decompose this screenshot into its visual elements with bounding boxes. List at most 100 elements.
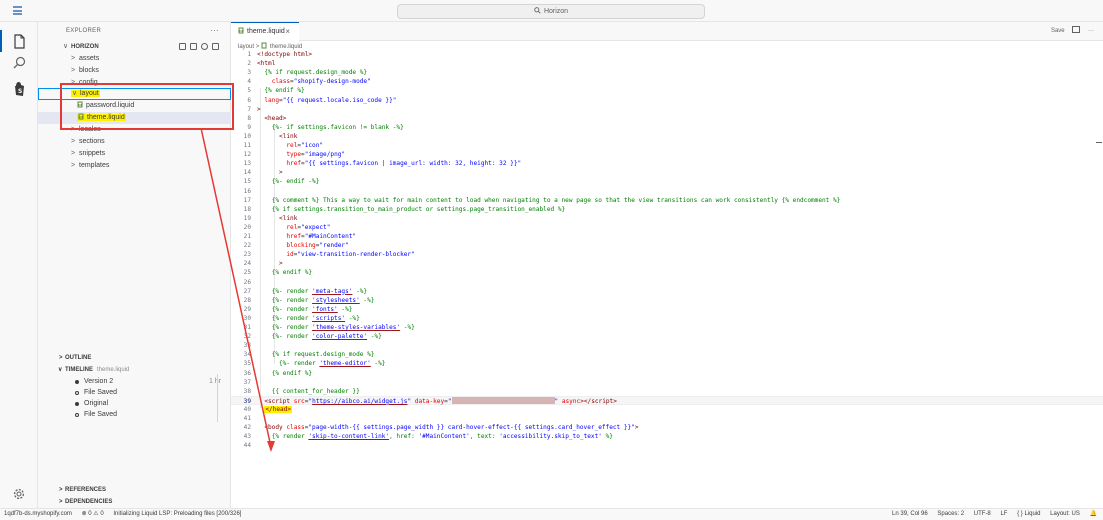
code-line: 26 xyxy=(243,278,251,286)
explorer-more-button[interactable]: ··· xyxy=(210,22,219,40)
timeline-dot-icon xyxy=(75,412,79,417)
code-line: 12 type="image/png" xyxy=(243,151,346,159)
close-tab-icon[interactable]: × xyxy=(285,23,290,41)
indentation[interactable]: Spaces: 2 xyxy=(937,511,964,517)
workspace-root-label: HORIZON xyxy=(71,44,99,50)
folder-blocks[interactable]: > blocks xyxy=(38,65,231,77)
dependencies-section[interactable]: > DEPENDENCIES xyxy=(38,496,231,508)
code-line: 11 rel="icon" xyxy=(243,142,324,149)
remote-indicator[interactable]: 1qdf7b-ds.myshopify.com xyxy=(4,511,72,517)
lsp-status: Initializing Liquid LSP: Preloading file… xyxy=(113,511,242,517)
code-line: 15 {%- endif -%} xyxy=(243,178,320,186)
timeline-dot-icon xyxy=(75,390,79,395)
problems-indicator[interactable]: ⊗ 0 ⚠ 0 xyxy=(82,511,104,517)
code-line: 25 {% endif %} xyxy=(243,269,313,277)
outline-section[interactable]: > OUTLINE xyxy=(38,352,231,364)
code-line: 4 class="shopify-design-mode" xyxy=(247,78,371,86)
shopify-icon[interactable]: S xyxy=(10,80,28,98)
code-line: 13 href="{{ settings.favicon | image_url… xyxy=(243,160,522,168)
redacted-key xyxy=(451,396,555,404)
activity-bar: S xyxy=(0,22,38,508)
split-editor-icon[interactable] xyxy=(1072,26,1081,33)
folder-snippets[interactable]: > snippets xyxy=(38,148,231,160)
explorer-header: EXPLORER ··· xyxy=(38,22,231,40)
code-line: 27 {%- render 'meta-tags' -%} xyxy=(243,287,368,295)
title-bar: Horizon xyxy=(0,0,1103,22)
timeline-section[interactable]: ∨ TIMELINE theme.liquid xyxy=(38,364,231,376)
layout-menu-icon[interactable] xyxy=(13,6,22,15)
save-button[interactable]: Save xyxy=(1051,28,1065,34)
line-ending[interactable]: LF xyxy=(1000,511,1007,517)
folder-templates[interactable]: > templates xyxy=(38,160,231,172)
code-line: 24 > xyxy=(243,260,283,268)
code-line: 43 {% render 'skip-to-content-link', hre… xyxy=(243,433,613,441)
new-folder-icon[interactable] xyxy=(190,43,197,51)
code-line: 3 {% if request.design_mode %} xyxy=(247,69,368,77)
search-icon xyxy=(534,7,541,14)
code-line: 30 {%- render 'scripts' -%} xyxy=(243,314,360,322)
editor-actions: Save ··· xyxy=(1045,22,1094,41)
code-line: 34 {% if request.design_mode %} xyxy=(243,351,375,359)
liquid-file-icon xyxy=(238,27,244,34)
code-line: 21 href="#MainContent" xyxy=(243,233,357,240)
status-bar: 1qdf7b-ds.myshopify.com ⊗ 0 ⚠ 0 Initiali… xyxy=(0,508,1103,520)
code-line-current: 39 <script src="https://aibco.ai/widget.… xyxy=(231,395,1103,405)
explorer-icon[interactable] xyxy=(0,30,28,52)
references-section[interactable]: > REFERENCES xyxy=(38,484,231,496)
keyboard-layout[interactable]: Layout: US xyxy=(1050,511,1080,517)
notifications-bell-icon[interactable]: 🔔 xyxy=(1090,511,1097,517)
code-line: 31 {%- render 'theme-styles-variables' -… xyxy=(243,324,415,331)
liquid-file-icon xyxy=(261,42,267,49)
refresh-icon[interactable] xyxy=(201,43,208,51)
timeline-item[interactable]: Version 21 hr xyxy=(38,376,231,387)
timeline-scrollbar[interactable] xyxy=(217,374,218,422)
workspace-root[interactable]: ∨ HORIZON xyxy=(38,41,231,53)
code-line: 22 blocking="render" xyxy=(243,242,349,250)
folder-sections[interactable]: > sections xyxy=(38,136,231,148)
code-line: 37 xyxy=(243,378,251,386)
code-line: 41 xyxy=(243,415,251,422)
code-line: 40 </head> xyxy=(243,405,293,413)
search-text: Horizon xyxy=(543,8,569,15)
code-line: 36 {% endif %} xyxy=(243,369,313,377)
timeline-dot-icon xyxy=(75,401,79,406)
code-line: 29 {%- render 'fonts' -%} xyxy=(243,305,353,313)
timeline-file: theme.liquid xyxy=(97,367,130,373)
code-line: 1 <!doctype html> xyxy=(247,51,313,58)
code-line: 5 {% endif %} xyxy=(247,87,305,95)
code-line: 38 {{ content_for_header }} xyxy=(243,387,360,395)
more-actions-button[interactable]: ··· xyxy=(1088,28,1094,34)
command-center-search[interactable]: Horizon xyxy=(397,4,705,19)
new-file-icon[interactable] xyxy=(179,43,186,51)
search-icon[interactable] xyxy=(10,53,28,71)
code-line: 20 rel="expect" xyxy=(243,223,331,231)
code-line: 19 <link xyxy=(243,214,298,222)
tab-theme-liquid[interactable]: theme.liquid × xyxy=(231,22,299,41)
code-line: 32 {%- render 'color-palette' -%} xyxy=(243,333,382,341)
timeline-item[interactable]: File Saved xyxy=(38,387,231,398)
code-line: 2 <html xyxy=(247,60,276,68)
code-line: 7 > xyxy=(247,105,261,113)
timeline-item[interactable]: File Saved xyxy=(38,409,231,420)
folder-assets[interactable]: > assets xyxy=(38,53,231,65)
code-line: 14 > xyxy=(243,169,283,177)
timeline-item[interactable]: Original xyxy=(38,398,231,409)
language-mode[interactable]: { } Liquid xyxy=(1017,511,1040,517)
code-line: 35 {%- render 'theme-editor' -%} xyxy=(243,360,386,368)
code-line: 28 {%- render 'stylesheets' -%} xyxy=(243,296,375,304)
code-line: 42 <body class="page-width-{{ settings.p… xyxy=(243,424,639,432)
encoding[interactable]: UTF-8 xyxy=(974,511,991,517)
code-line: 23 id="view-transition-render-blocker" xyxy=(243,251,415,259)
code-line: 10 <link xyxy=(243,132,298,140)
code-line: 33 xyxy=(243,342,251,350)
code-line: 9 {%- if settings.favicon != blank -%} xyxy=(247,123,404,131)
settings-gear-icon[interactable] xyxy=(10,485,28,503)
scrollbar-marker[interactable] xyxy=(1096,142,1102,143)
editor-tabs: theme.liquid × Save ··· xyxy=(231,22,1103,41)
svg-text:S: S xyxy=(18,88,22,95)
explorer-title: EXPLORER xyxy=(66,28,102,34)
cursor-position[interactable]: Ln 39, Col 96 xyxy=(892,511,928,517)
code-line: 16 xyxy=(243,187,251,195)
explorer-toolbar xyxy=(179,41,219,53)
collapse-all-icon[interactable] xyxy=(212,43,219,51)
